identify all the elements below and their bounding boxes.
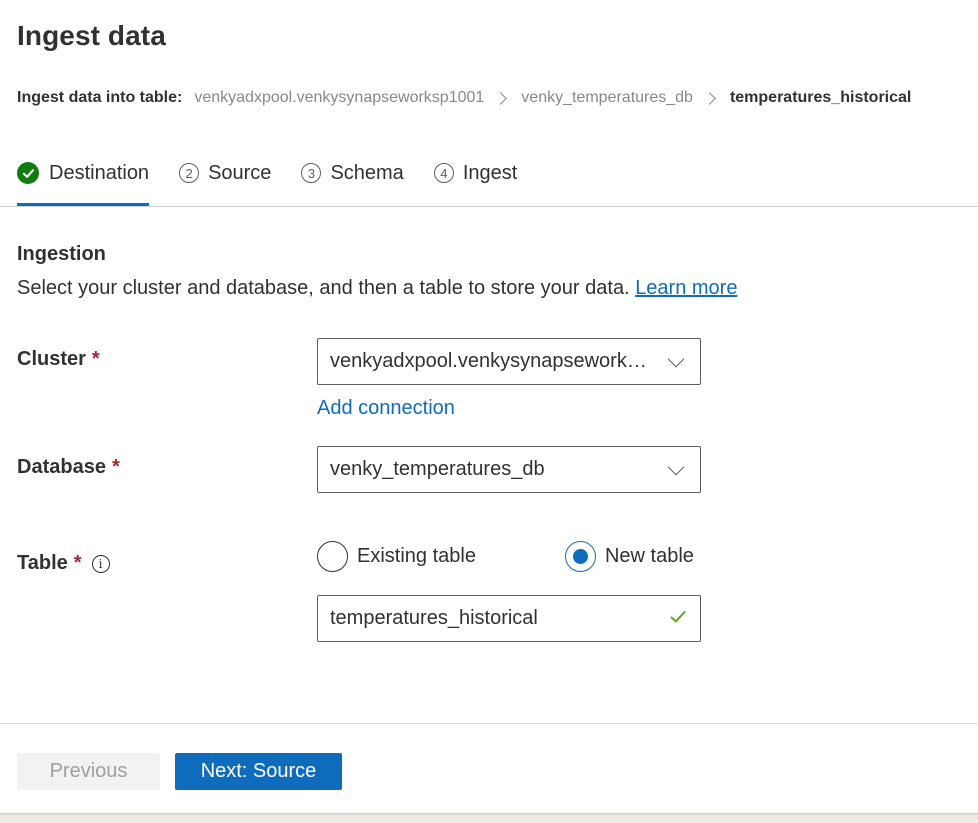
learn-more-link[interactable]: Learn more xyxy=(635,277,737,299)
chevron-right-icon xyxy=(494,91,508,105)
page-title: Ingest data xyxy=(17,20,166,51)
chevron-down-icon xyxy=(667,458,685,475)
database-label-text: Database xyxy=(17,456,106,478)
tab-source[interactable]: 2 Source xyxy=(179,156,271,190)
database-label: Database * xyxy=(17,456,120,479)
breadcrumb-item-cluster[interactable]: venkyadxpool.venkysynapseworksp1001 xyxy=(194,89,484,107)
add-connection-link[interactable]: Add connection xyxy=(317,397,455,420)
radio-unchecked-icon xyxy=(317,541,348,572)
tab-destination-label: Destination xyxy=(49,161,150,184)
table-label-text: Table xyxy=(17,552,68,574)
check-circle-icon xyxy=(17,162,39,184)
table-name-input-value: temperatures_historical xyxy=(330,607,538,629)
section-title: Ingestion xyxy=(17,243,106,265)
new-table-radio[interactable]: New table xyxy=(564,541,694,572)
tab-ingest[interactable]: 4 Ingest xyxy=(433,156,518,190)
table-label: Table * i xyxy=(17,552,110,575)
required-marker: * xyxy=(91,348,100,370)
window-bottom-edge xyxy=(0,813,978,823)
database-dropdown[interactable]: venky_temperatures_db xyxy=(317,446,701,493)
footer-divider xyxy=(0,723,978,724)
breadcrumb: Ingest data into table: venkyadxpool.ven… xyxy=(17,89,911,107)
section-description-text: Select your cluster and database, and th… xyxy=(17,277,630,299)
new-table-label: New table xyxy=(604,545,694,567)
cluster-dropdown[interactable]: venkyadxpool.venkysynapseworksp1001 xyxy=(317,338,701,385)
tab-source-label: Source xyxy=(208,161,272,184)
tab-schema-label: Schema xyxy=(330,161,404,184)
required-marker: * xyxy=(111,456,120,478)
breadcrumb-item-database[interactable]: venky_temperatures_db xyxy=(521,89,693,107)
table-type-radio-group: Existing table New table xyxy=(317,541,694,572)
wizard-steps: Destination 2 Source 3 Schema 4 Ingest xyxy=(17,156,547,206)
cluster-label: Cluster * xyxy=(17,348,100,371)
cluster-dropdown-value: venkyadxpool.venkysynapseworksp1001 xyxy=(330,350,656,372)
step-number-badge: 2 xyxy=(179,163,200,183)
previous-button[interactable]: Previous xyxy=(17,753,160,790)
radio-checked-icon xyxy=(564,541,596,572)
chevron-down-icon xyxy=(667,350,685,367)
cluster-label-text: Cluster xyxy=(17,348,86,370)
chevron-right-icon xyxy=(703,91,716,105)
step-number-badge: 4 xyxy=(433,163,454,183)
step-number-badge: 3 xyxy=(301,163,322,183)
breadcrumb-current-table: temperatures_historical xyxy=(729,89,912,106)
breadcrumb-prefix: Ingest data into table: xyxy=(17,89,183,106)
database-dropdown-value: venky_temperatures_db xyxy=(330,458,545,480)
checkmark-icon xyxy=(670,607,686,630)
tab-destination[interactable]: Destination xyxy=(17,156,150,206)
section-description: Select your cluster and database, and th… xyxy=(17,277,737,300)
existing-table-label: Existing table xyxy=(357,545,476,567)
required-marker: * xyxy=(73,552,82,574)
ingest-data-page: Ingest data Ingest data into table: venk… xyxy=(0,0,978,823)
table-name-input[interactable]: temperatures_historical xyxy=(317,595,701,642)
info-icon[interactable]: i xyxy=(91,554,110,573)
next-source-button[interactable]: Next: Source xyxy=(175,753,342,790)
tab-ingest-label: Ingest xyxy=(462,161,518,184)
tab-schema[interactable]: 3 Schema xyxy=(301,156,404,190)
existing-table-radio[interactable]: Existing table xyxy=(317,541,476,572)
tabs-divider xyxy=(0,206,978,207)
